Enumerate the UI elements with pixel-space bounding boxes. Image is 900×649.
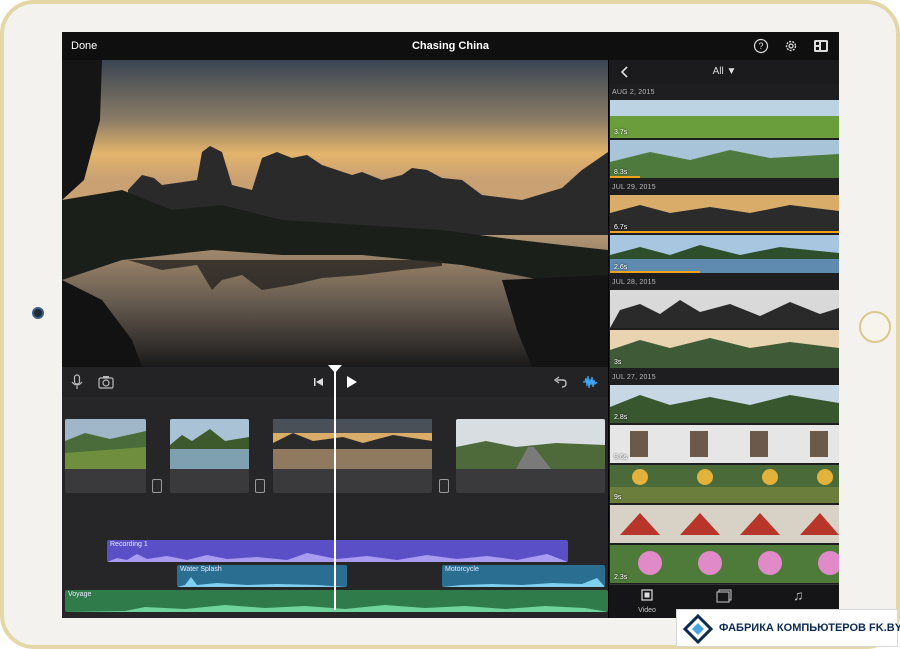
media-clip[interactable]: 2.6s bbox=[610, 235, 839, 273]
media-clip[interactable] bbox=[610, 505, 839, 543]
settings-icon[interactable] bbox=[783, 38, 799, 54]
timeline-clip[interactable] bbox=[170, 419, 249, 493]
media-clip[interactable]: 2.3s bbox=[610, 545, 839, 583]
clip-filmstrip bbox=[610, 290, 839, 328]
clip-duration: 9s bbox=[614, 494, 622, 501]
media-clip[interactable]: 3s bbox=[610, 330, 839, 368]
clip-thumbnail bbox=[456, 419, 605, 469]
clip-duration: 3.7s bbox=[614, 129, 628, 136]
audio-track-label: Voyage bbox=[68, 591, 92, 598]
audio-track-water-splash[interactable]: Water Splash bbox=[177, 565, 347, 587]
clip-duration: 9.6s bbox=[614, 454, 628, 461]
imovie-screen: Done Chasing China ? Recording 1 Water S… bbox=[62, 32, 839, 618]
date-section-header: AUG 2, 2015 bbox=[612, 89, 655, 96]
filter-label: All bbox=[712, 66, 724, 77]
progress-bar bbox=[610, 271, 700, 273]
play-icon[interactable] bbox=[342, 373, 360, 391]
media-clip[interactable]: 6.7s bbox=[610, 195, 839, 233]
timeline-clip[interactable] bbox=[456, 419, 605, 493]
filter-dropdown[interactable]: All ▼ bbox=[609, 66, 839, 77]
media-clip[interactable]: 9.6s bbox=[610, 425, 839, 463]
audio-track-motorcycle[interactable]: Motorcycle bbox=[442, 565, 605, 587]
rewind-to-start-icon[interactable] bbox=[310, 373, 328, 391]
clip-duration: 8.3s bbox=[614, 169, 628, 176]
clip-filmstrip bbox=[610, 425, 839, 463]
clip-filmstrip bbox=[610, 140, 839, 178]
clip-duration: 2.3s bbox=[614, 574, 628, 581]
waveform bbox=[107, 553, 568, 562]
clip-duration: 6.7s bbox=[614, 224, 628, 231]
clip-thumbnail bbox=[273, 419, 432, 469]
transition-marker[interactable] bbox=[439, 479, 449, 493]
front-camera bbox=[32, 307, 44, 319]
clip-filmstrip bbox=[610, 235, 839, 273]
playhead-marker[interactable] bbox=[328, 365, 342, 373]
transition-marker[interactable] bbox=[152, 479, 162, 493]
help-icon[interactable]: ? bbox=[753, 38, 769, 54]
project-title: Chasing China bbox=[411, 40, 489, 52]
clip-duration: 2.8s bbox=[614, 414, 628, 421]
music-note-icon: ♫ bbox=[793, 587, 804, 603]
audio-track-voyage[interactable]: Voyage bbox=[65, 590, 608, 612]
media-clip[interactable]: 8.3s bbox=[610, 140, 839, 178]
clip-filmstrip bbox=[610, 100, 839, 138]
clip-filmstrip bbox=[610, 465, 839, 503]
timeline-clip[interactable] bbox=[273, 419, 432, 493]
video-viewer[interactable] bbox=[62, 60, 608, 367]
clip-filmstrip bbox=[610, 385, 839, 423]
microphone-icon[interactable] bbox=[68, 373, 86, 391]
clip-filmstrip bbox=[610, 195, 839, 233]
playhead[interactable] bbox=[334, 367, 336, 610]
clip-thumbnail bbox=[170, 419, 249, 469]
clip-filmstrip bbox=[610, 545, 839, 583]
date-section-header: JUL 27, 2015 bbox=[612, 374, 656, 381]
transition-marker[interactable] bbox=[255, 479, 265, 493]
media-browser: All ▼ AUG 2, 2015 3.7s 8.3s JUL 29, 2015… bbox=[608, 60, 839, 618]
tab-label: Video bbox=[638, 607, 656, 614]
undo-icon[interactable] bbox=[551, 373, 569, 391]
filmstrip-icon bbox=[641, 589, 653, 601]
clip-filmstrip bbox=[610, 505, 839, 543]
audio-track-label: Recording 1 bbox=[110, 541, 148, 548]
waveform bbox=[442, 578, 605, 587]
tab-video[interactable]: Video bbox=[617, 589, 677, 617]
progress-bar bbox=[610, 231, 839, 233]
project-view-icon[interactable] bbox=[813, 38, 829, 54]
clip-filmstrip bbox=[610, 330, 839, 368]
media-clip[interactable]: 3.7s bbox=[610, 100, 839, 138]
waveform bbox=[177, 577, 347, 587]
svg-text:?: ? bbox=[758, 41, 763, 51]
landscape-video-frame bbox=[62, 60, 608, 367]
clip-thumbnail bbox=[65, 419, 146, 469]
photos-icon bbox=[716, 589, 732, 603]
timeline-clip[interactable] bbox=[65, 419, 146, 493]
camera-icon[interactable] bbox=[97, 373, 115, 391]
top-bar: Done Chasing China ? bbox=[62, 32, 839, 60]
home-button[interactable] bbox=[859, 311, 891, 343]
dropdown-triangle-icon: ▼ bbox=[726, 66, 737, 77]
date-section-header: JUL 28, 2015 bbox=[612, 279, 656, 286]
audio-waveform-icon[interactable] bbox=[581, 373, 599, 391]
logo-icon bbox=[683, 614, 713, 644]
clip-duration: 2.6s bbox=[614, 264, 628, 271]
date-section-header: JUL 29, 2015 bbox=[612, 184, 656, 191]
clip-duration: 3s bbox=[614, 359, 622, 366]
audio-track-label: Motorcycle bbox=[445, 566, 479, 573]
progress-bar bbox=[610, 176, 640, 178]
browser-header: All ▼ bbox=[609, 60, 839, 84]
watermark-banner: ФАБРИКА КОМПЬЮТЕРОВ FK.BY bbox=[676, 609, 900, 647]
media-clip[interactable] bbox=[610, 290, 839, 328]
watermark-text: ФАБРИКА КОМПЬЮТЕРОВ FK.BY bbox=[719, 622, 900, 634]
audio-track-recording[interactable]: Recording 1 bbox=[107, 540, 568, 562]
waveform bbox=[65, 605, 608, 612]
media-clip[interactable]: 2.8s bbox=[610, 385, 839, 423]
media-clip[interactable]: 9s bbox=[610, 465, 839, 503]
audio-track-label: Water Splash bbox=[180, 566, 222, 573]
